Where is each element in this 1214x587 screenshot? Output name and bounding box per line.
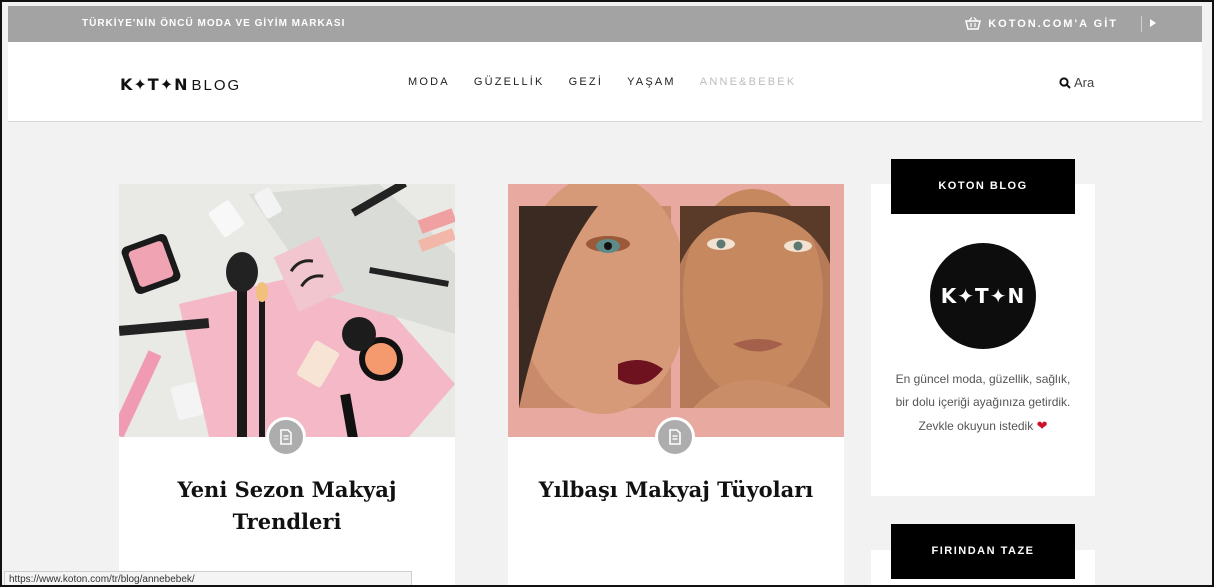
sidebar-description: En güncel moda, güzellik, sağlık, bir do… xyxy=(891,368,1075,438)
post-type-badge xyxy=(266,417,306,457)
search-button[interactable]: Ara xyxy=(1059,75,1094,90)
nav-item-moda[interactable]: MODA xyxy=(408,76,450,88)
play-arrow-icon[interactable] xyxy=(1150,19,1156,27)
browser-viewport: TÜRKİYE'NİN ÖNCÜ MODA VE GİYİM MARKASI K… xyxy=(0,0,1214,587)
post-card[interactable]: Yeni Sezon Makyaj Trendleri xyxy=(119,184,455,585)
post-type-badge xyxy=(655,417,695,457)
sidebar-heading-recent: FIRINDAN TAZE xyxy=(891,524,1075,579)
goto-koton-label: KOTON.COM'A GİT xyxy=(988,17,1118,30)
divider xyxy=(1141,16,1142,32)
post-title[interactable]: Yılbaşı Makyaj Tüyoları xyxy=(528,474,824,506)
sidebar-heading: KOTON BLOG xyxy=(891,159,1075,214)
document-icon xyxy=(280,429,292,445)
basket-icon xyxy=(965,17,982,30)
nav-item-yasam[interactable]: YAŞAM xyxy=(627,76,676,88)
post-card[interactable]: Yılbaşı Makyaj Tüyoları xyxy=(508,184,844,585)
main-nav: MODA GÜZELLİK GEZİ YAŞAM ANNE&BEBEK xyxy=(408,76,820,88)
sidebar-logo: K✦T✦N xyxy=(930,243,1036,349)
search-icon xyxy=(1059,76,1071,89)
site-logo[interactable]: K✦T✦N BLOG xyxy=(120,75,241,94)
heart-icon: ❤ xyxy=(1036,418,1048,433)
site-header: K✦T✦N BLOG MODA GÜZELLİK GEZİ YAŞAM ANNE&… xyxy=(8,42,1202,122)
document-icon xyxy=(669,429,681,445)
brand-tagline: TÜRKİYE'NİN ÖNCÜ MODA VE GİYİM MARKASI xyxy=(82,18,346,29)
nav-item-anne-bebek[interactable]: ANNE&BEBEK xyxy=(700,76,797,88)
logo-brand: K✦T✦N xyxy=(120,75,189,94)
nav-item-guzellik[interactable]: GÜZELLİK xyxy=(474,76,545,88)
post-image-makeup-flatlay[interactable] xyxy=(119,184,455,437)
browser-status-url: https://www.koton.com/tr/blog/annebebek/ xyxy=(4,571,412,585)
post-title[interactable]: Yeni Sezon Makyaj Trendleri xyxy=(139,474,435,538)
top-promo-bar: TÜRKİYE'NİN ÖNCÜ MODA VE GİYİM MARKASI K… xyxy=(8,6,1202,42)
post-image-makeup-portraits[interactable] xyxy=(508,184,844,437)
goto-koton-link[interactable]: KOTON.COM'A GİT xyxy=(965,17,1118,30)
search-label: Ara xyxy=(1074,75,1095,90)
nav-item-gezi[interactable]: GEZİ xyxy=(569,76,603,88)
logo-suffix: BLOG xyxy=(191,77,242,94)
